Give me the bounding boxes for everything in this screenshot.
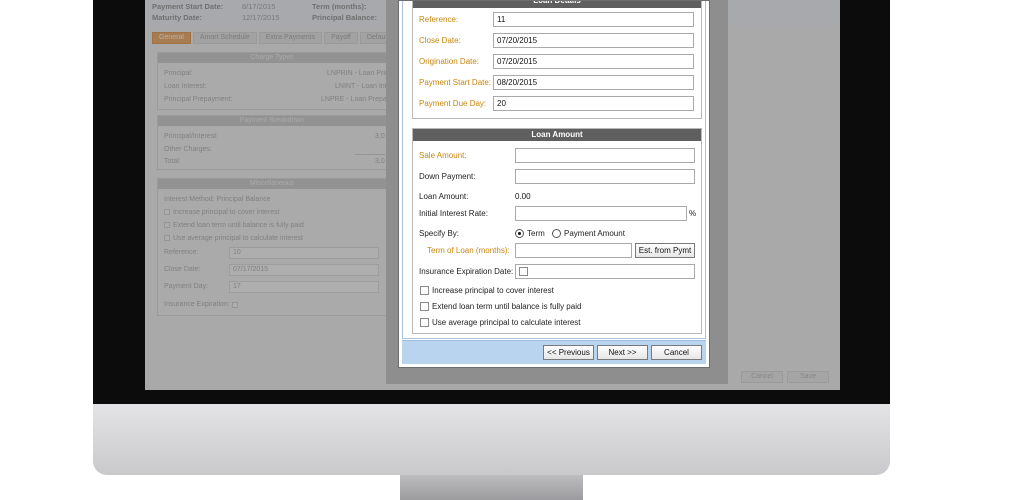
insurance-expiration-label: Insurance Expiration Date: — [419, 267, 514, 276]
average-principal-label[interactable]: Use average principal to calculate inter… — [432, 318, 581, 327]
reference-label: Reference: — [419, 15, 459, 24]
reference-input[interactable]: 11 — [493, 12, 694, 27]
loan-amount-title: Loan Amount — [413, 129, 701, 141]
est-from-pymt-button[interactable]: Est. from Pymt — [635, 243, 695, 258]
cancel-button[interactable]: Cancel — [651, 345, 702, 360]
payment-start-input[interactable]: 08/20/2015 — [493, 75, 694, 90]
term-radio-label[interactable]: Term — [527, 229, 545, 238]
term-of-loan-label: Term of Loan (months): — [427, 246, 510, 255]
close-date-input[interactable]: 07/20/2015 — [493, 33, 694, 48]
payment-due-input[interactable]: 20 — [493, 96, 694, 111]
payment-amount-radio-label[interactable]: Payment Amount — [564, 229, 625, 238]
sale-amount-input[interactable] — [515, 148, 695, 163]
loan-amount-section: Loan Amount Sale Amount: Down Payment: L… — [412, 128, 702, 334]
term-radio[interactable] — [515, 229, 524, 238]
extend-term-checkbox[interactable] — [420, 302, 429, 311]
close-date-label: Close Date: — [419, 36, 461, 45]
loan-amount-value: 0.00 — [515, 192, 531, 201]
term-of-loan-input[interactable] — [515, 243, 632, 258]
average-principal-checkbox[interactable] — [420, 318, 429, 327]
origination-date-label: Origination Date: — [419, 57, 480, 66]
wizard-footer: << Previous Next >> Cancel — [402, 340, 706, 364]
payment-due-label: Payment Due Day: — [419, 99, 487, 108]
payment-amount-radio[interactable] — [552, 229, 561, 238]
increase-principal-label[interactable]: Increase principal to cover interest — [432, 286, 554, 295]
down-payment-input[interactable] — [515, 169, 695, 184]
next-button[interactable]: Next >> — [597, 345, 648, 360]
screen: Payment Start Date: 8/17/2015 Maturity D… — [145, 0, 840, 390]
payment-start-label: Payment Start Date: — [419, 78, 492, 87]
insurance-expiration-checkbox[interactable] — [519, 267, 528, 276]
loan-wizard-body: Loan Details Reference: 11 Close Date: 0… — [402, 1, 706, 339]
loan-details-section: Loan Details Reference: 11 Close Date: 0… — [412, 1, 702, 119]
down-payment-label: Down Payment: — [419, 172, 476, 181]
previous-button[interactable]: << Previous — [543, 345, 594, 360]
increase-principal-checkbox[interactable] — [420, 286, 429, 295]
insurance-expiration-field[interactable] — [515, 264, 695, 279]
specify-by-label: Specify By: — [419, 229, 460, 238]
loan-wizard-dialog: Loan Details Reference: 11 Close Date: 0… — [398, 0, 710, 368]
monitor-stand — [400, 475, 583, 500]
interest-rate-input[interactable] — [515, 206, 687, 221]
sale-amount-label: Sale Amount: — [419, 151, 467, 160]
monitor-chin — [93, 404, 890, 475]
origination-date-input[interactable]: 07/20/2015 — [493, 54, 694, 69]
percent-sign: % — [689, 209, 697, 218]
extend-term-label[interactable]: Extend loan term until balance is fully … — [432, 302, 581, 311]
interest-rate-label: Initial Interest Rate: — [419, 209, 488, 218]
loan-details-title: Loan Details — [413, 1, 701, 8]
loan-amount-label: Loan Amount: — [419, 192, 469, 201]
